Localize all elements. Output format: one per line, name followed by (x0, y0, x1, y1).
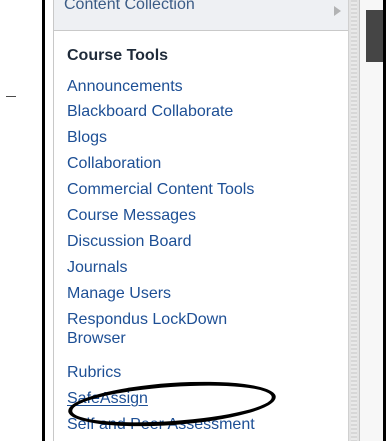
scroll-rail-grip (351, 0, 357, 441)
scroll-rail[interactable] (348, 0, 360, 441)
course-tools-title: Course Tools (67, 47, 169, 64)
menu-item-rubrics[interactable]: Rubrics (67, 364, 121, 382)
menu-item-respondus-lockdown[interactable]: Respondus LockDown (67, 311, 227, 329)
menu-item-collaboration[interactable]: Collaboration (67, 155, 161, 173)
content-dark-block (366, 10, 383, 62)
menu-item-safeassign[interactable]: SafeAssign (67, 390, 148, 408)
content-area-strip (360, 0, 383, 441)
screenshot-frame: Content Collection Course Tools Announce… (42, 0, 386, 441)
menu-item-self-and-peer-assessment[interactable]: Self and Peer Assessment (67, 416, 255, 434)
content-collection-header[interactable]: Content Collection (54, 0, 349, 31)
menu-item-commercial-content-tools[interactable]: Commercial Content Tools (67, 181, 254, 199)
course-menu-panel: Content Collection Course Tools Announce… (53, 0, 350, 441)
menu-item-browser[interactable]: Browser (67, 330, 126, 348)
stray-mark (6, 96, 16, 97)
menu-item-course-messages[interactable]: Course Messages (67, 207, 196, 225)
chevron-right-icon (334, 6, 341, 16)
menu-item-manage-users[interactable]: Manage Users (67, 285, 171, 303)
content-collection-label: Content Collection (64, 0, 195, 13)
menu-item-discussion-board[interactable]: Discussion Board (67, 233, 192, 251)
menu-item-blogs[interactable]: Blogs (67, 129, 107, 147)
menu-item-journals[interactable]: Journals (67, 259, 127, 277)
menu-item-blackboard-collaborate[interactable]: Blackboard Collaborate (67, 103, 233, 121)
menu-item-announcements[interactable]: Announcements (67, 78, 183, 96)
